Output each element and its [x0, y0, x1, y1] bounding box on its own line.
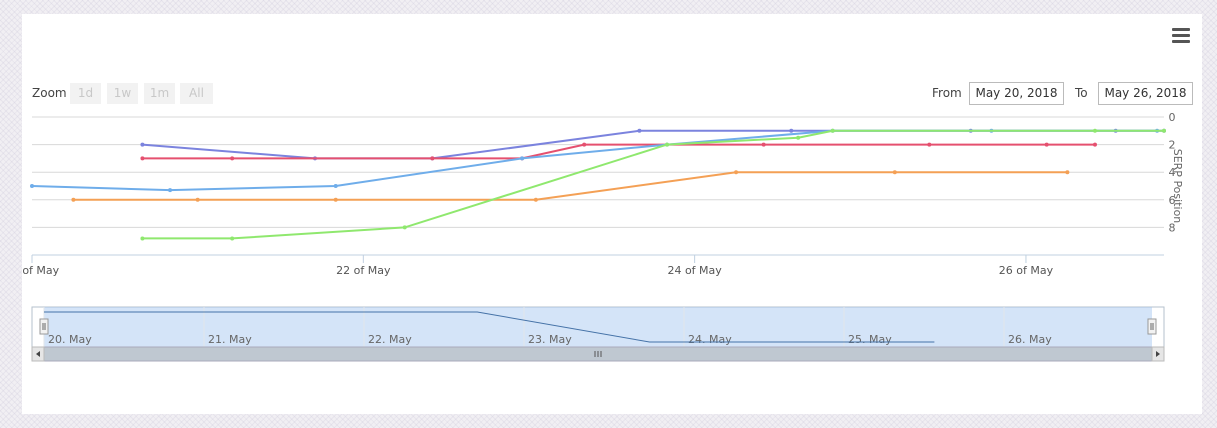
series-point — [796, 135, 801, 140]
series-point — [1065, 170, 1070, 175]
navigator-label: 21. May — [208, 333, 252, 346]
series-point — [892, 170, 897, 175]
series-point — [230, 156, 235, 161]
navigator-label: 22. May — [368, 333, 412, 346]
series-point — [1092, 142, 1097, 147]
y-axis-label: SERP Position — [1171, 149, 1184, 224]
series-line-4 — [73, 171, 1068, 201]
x-tick-label: 22 of May — [336, 264, 391, 277]
navigator-label: 20. May — [48, 333, 92, 346]
series-point — [761, 142, 766, 147]
series-point — [195, 197, 200, 202]
series-point — [402, 225, 407, 230]
series-point — [520, 156, 525, 161]
series-point — [533, 197, 538, 202]
navigator[interactable]: 20. May 21. May 22. May 23. May 24. May 25. M… — [31, 306, 1165, 362]
series-point — [1044, 142, 1049, 147]
series-point — [637, 128, 642, 133]
y-tick-label: 8 — [1169, 221, 1176, 234]
navigator-label: 23. May — [528, 333, 572, 346]
series-point — [789, 128, 794, 133]
series-point — [140, 236, 145, 241]
series-point — [333, 184, 338, 188]
x-tick-label: 24 of May — [667, 264, 722, 277]
x-tick-label: 20 of May — [22, 264, 60, 277]
y-tick-label: 0 — [1169, 111, 1176, 124]
series-point — [230, 236, 235, 241]
series-point — [665, 142, 670, 147]
series-point — [71, 197, 76, 202]
x-axis: 20 of May 22 of May 24 of May 26 of May — [22, 254, 1164, 277]
series-point — [30, 184, 34, 188]
series-line-3 — [31, 129, 1158, 192]
series-point — [734, 170, 739, 175]
series-point — [1092, 128, 1097, 133]
series-point — [582, 142, 587, 147]
series-point — [430, 156, 435, 161]
navigator-left-handle[interactable] — [39, 318, 49, 335]
series-lines — [30, 128, 1166, 241]
series-point — [830, 128, 835, 133]
series-point — [333, 197, 338, 202]
series-point — [927, 142, 932, 147]
x-tick-label: 26 of May — [999, 264, 1054, 277]
navigator-label: 25. May — [848, 333, 892, 346]
series-point — [140, 156, 145, 161]
series-point — [140, 142, 145, 147]
navigator-right-handle[interactable] — [1147, 318, 1157, 335]
navigator-label: 26. May — [1008, 333, 1052, 346]
navigator-label: 24. May — [688, 333, 732, 346]
chart-container: Zoom 1d 1w 1m All From May 20, 2018 To M… — [22, 14, 1202, 414]
series-point — [168, 188, 173, 193]
series-point — [1162, 128, 1166, 133]
serp-position-chart: 02468 SERP Position 20 of May22 of May24… — [22, 111, 1184, 362]
